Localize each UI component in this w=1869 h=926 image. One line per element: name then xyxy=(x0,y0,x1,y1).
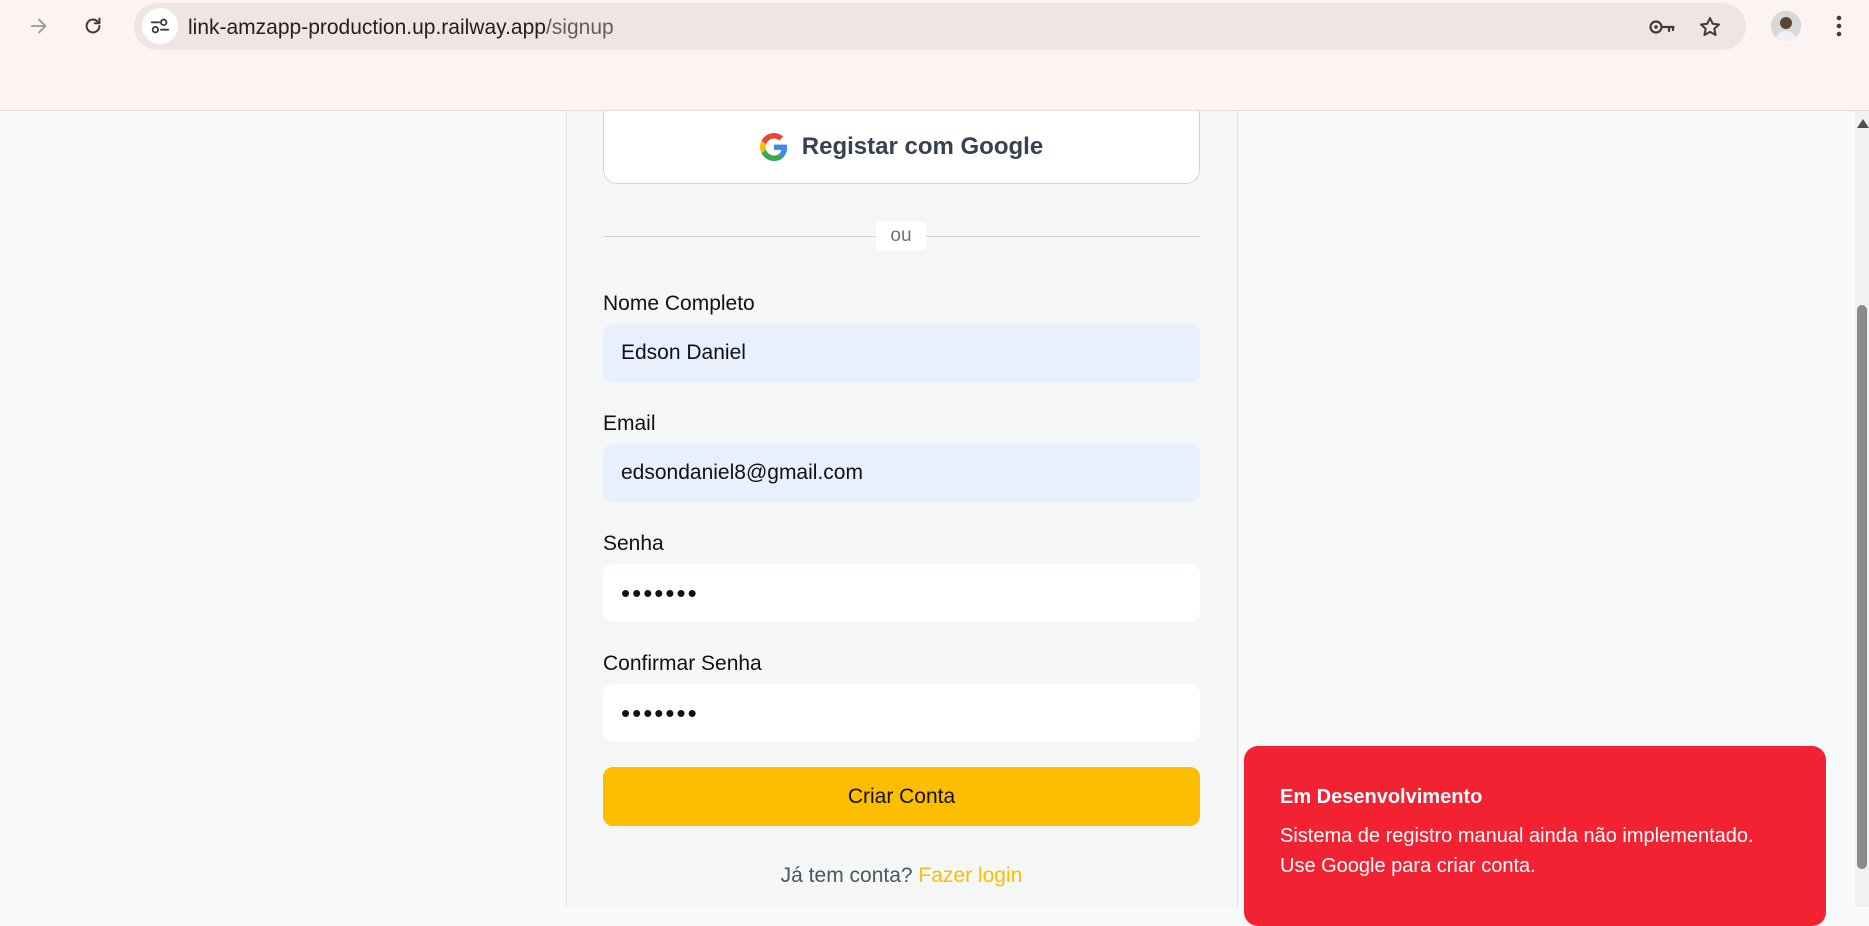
login-prompt-text: Já tem conta? xyxy=(780,864,913,887)
login-link[interactable]: Fazer login xyxy=(918,864,1022,887)
bookmark-button[interactable] xyxy=(1696,13,1724,41)
email-label: Email xyxy=(603,412,656,435)
url-host: link-amzapp-production.up.railway.app xyxy=(188,16,546,39)
full-name-input[interactable]: Edson Daniel xyxy=(603,324,1200,382)
confirm-password-label: Confirmar Senha xyxy=(603,652,762,675)
toast-title: Em Desenvolvimento xyxy=(1280,786,1483,808)
browser-toolbar: link-amzapp-production.up.railway.app/si… xyxy=(0,0,1869,111)
site-info-icon xyxy=(150,18,170,34)
full-name-label: Nome Completo xyxy=(603,292,755,315)
browser-menu-button[interactable] xyxy=(1826,8,1852,44)
url-text[interactable]: link-amzapp-production.up.railway.app/si… xyxy=(188,16,614,40)
kebab-menu-icon xyxy=(1836,15,1842,37)
scrollbar-thumb[interactable] xyxy=(1857,305,1867,869)
forward-button[interactable] xyxy=(19,6,59,46)
person-icon xyxy=(1771,11,1801,41)
star-icon xyxy=(1700,17,1720,36)
password-manager-button[interactable] xyxy=(1648,13,1676,41)
create-account-button[interactable]: Criar Conta xyxy=(603,767,1200,826)
url-path: /signup xyxy=(545,16,614,39)
confirm-password-input[interactable]: ••••••• xyxy=(603,684,1200,742)
toast-message: Sistema de registro manual ainda não imp… xyxy=(1280,825,1754,877)
reload-icon xyxy=(85,17,101,34)
scroll-up-arrow-icon[interactable] xyxy=(1857,119,1869,128)
google-logo-icon xyxy=(759,133,787,161)
forward-arrow-icon xyxy=(30,18,47,34)
login-prompt: Já tem conta? Fazer login xyxy=(603,864,1200,888)
google-signup-label: Registar com Google xyxy=(801,133,1044,160)
divider-text: ou xyxy=(876,222,926,250)
reload-button[interactable] xyxy=(73,6,113,46)
password-input[interactable]: ••••••• xyxy=(603,564,1200,622)
site-info-button[interactable] xyxy=(142,8,178,44)
profile-avatar[interactable] xyxy=(1771,11,1801,41)
page-scrollbar[interactable] xyxy=(1855,111,1869,907)
address-bar[interactable]: link-amzapp-production.up.railway.app/si… xyxy=(134,3,1746,50)
key-icon xyxy=(1649,20,1675,34)
toast-notification[interactable]: Em Desenvolvimento Sistema de registro m… xyxy=(1244,746,1826,926)
google-signup-button[interactable]: Registar com Google xyxy=(603,111,1200,184)
password-label: Senha xyxy=(603,532,664,555)
email-input[interactable]: edsondaniel8@gmail.com xyxy=(603,444,1200,502)
